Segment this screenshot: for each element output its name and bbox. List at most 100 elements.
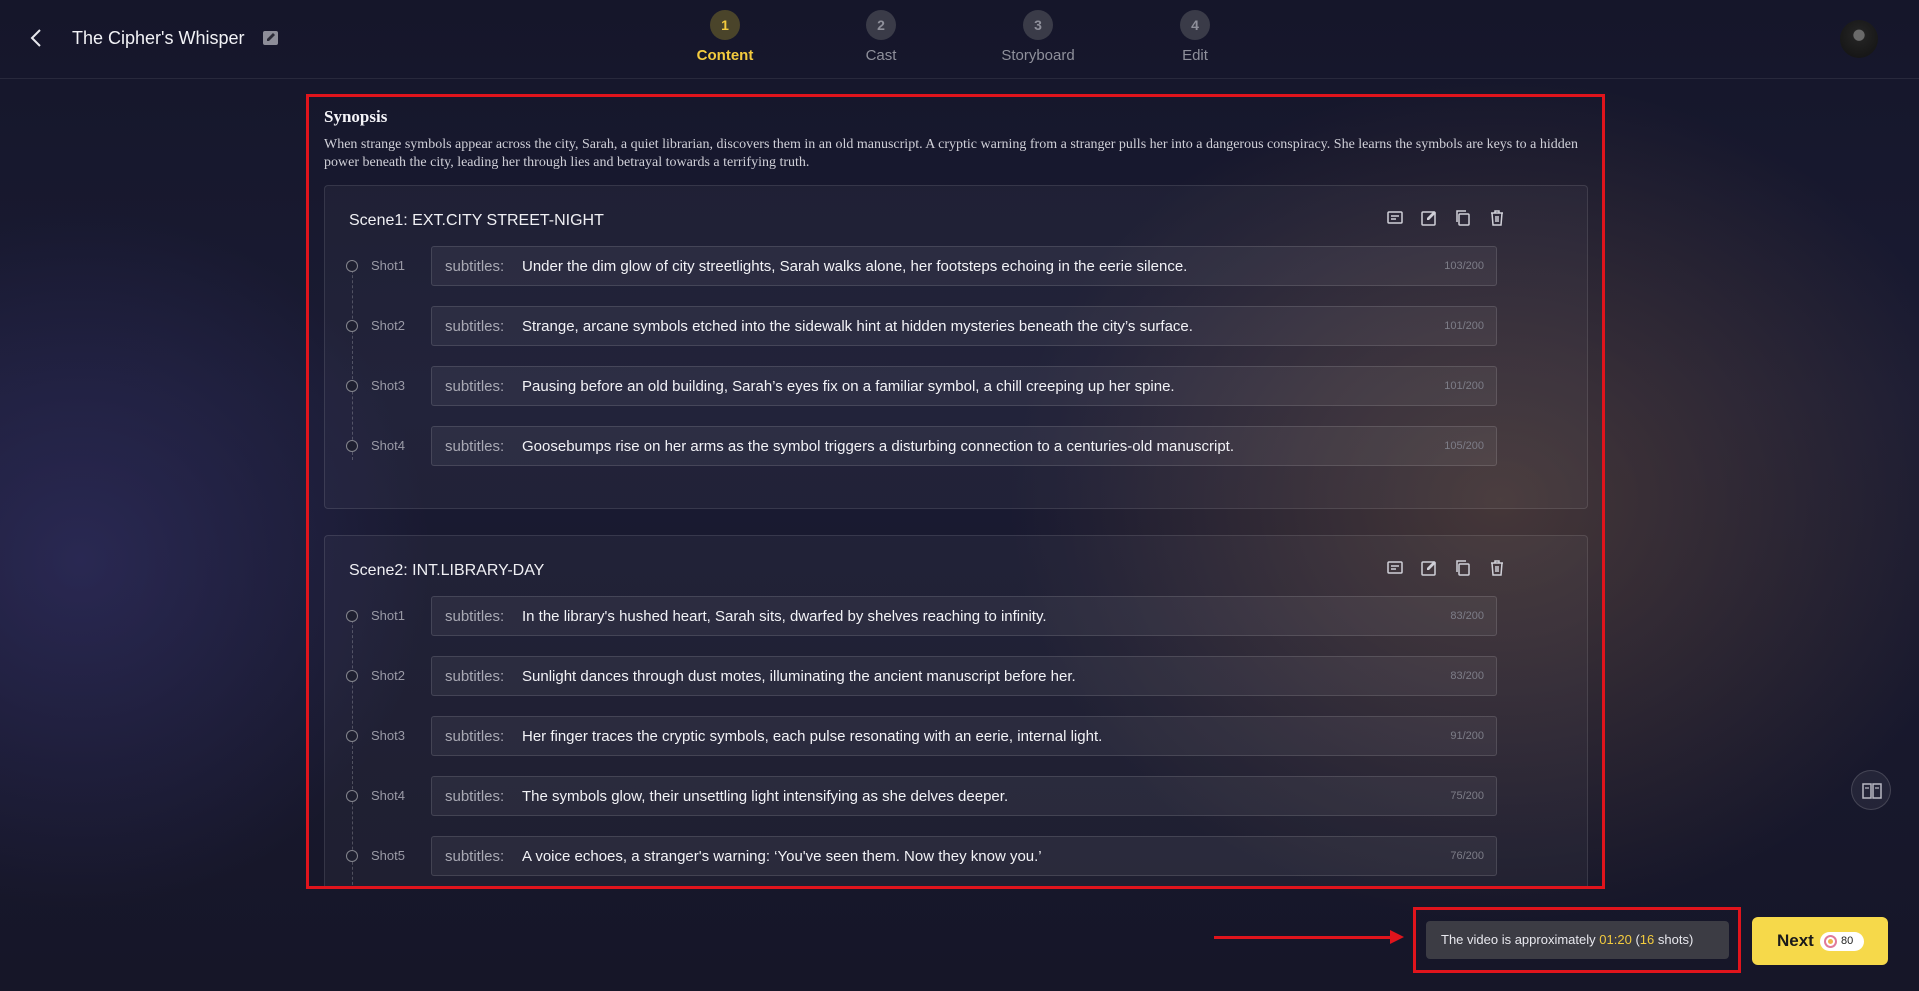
shot-label: Shot2 <box>371 318 405 333</box>
subtitle-prefix: subtitles: <box>445 728 505 745</box>
step-cast[interactable]: 2 Cast <box>831 10 931 64</box>
synopsis-title: Synopsis <box>324 107 388 126</box>
subtitle-input[interactable]: subtitles: Goosebumps rise on her arms a… <box>431 426 1497 466</box>
step-number: 2 <box>866 10 896 40</box>
shot-row: Shot3 subtitles: Pausing before an old b… <box>325 366 1589 406</box>
char-count: 101/200 <box>1444 320 1484 332</box>
shot-row: Shot2 subtitles: Sunlight dances through… <box>325 656 1589 696</box>
shot-dot <box>346 790 358 802</box>
subtitle-text: In the library's hushed heart, Sarah sit… <box>522 608 1047 625</box>
edit-icon[interactable] <box>262 29 280 47</box>
shot-row: Shot2 subtitles: Strange, arcane symbols… <box>325 306 1589 346</box>
step-edit[interactable]: 4 Edit <box>1145 10 1245 64</box>
regenerate-icon[interactable] <box>1385 208 1405 228</box>
subtitle-prefix: subtitles: <box>445 378 505 395</box>
delete-icon[interactable] <box>1487 558 1507 578</box>
subtitle-prefix: subtitles: <box>445 788 505 805</box>
shot-dot <box>346 440 358 452</box>
edit-scene-icon[interactable] <box>1419 558 1439 578</box>
regenerate-icon[interactable] <box>1385 558 1405 578</box>
subtitle-input[interactable]: subtitles: Her finger traces the cryptic… <box>431 716 1497 756</box>
subtitle-prefix: subtitles: <box>445 848 505 865</box>
step-label: Cast <box>865 47 897 64</box>
duration-value: 01:20 <box>1599 932 1632 947</box>
subtitle-text: A voice echoes, a stranger's warning: ‘Y… <box>522 848 1042 865</box>
shot-label: Shot3 <box>371 378 405 393</box>
scene-toolbar <box>1385 208 1507 228</box>
step-label: Content <box>696 47 754 64</box>
scene-title: Scene1: EXT.CITY STREET-NIGHT <box>349 212 604 229</box>
subtitle-input[interactable]: subtitles: Sunlight dances through dust … <box>431 656 1497 696</box>
char-count: 91/200 <box>1450 730 1484 742</box>
shot-dot <box>346 670 358 682</box>
annotation-arrow <box>1214 936 1394 939</box>
subtitle-text: Under the dim glow of city streetlights,… <box>522 258 1188 275</box>
subtitle-input[interactable]: subtitles: In the library's hushed heart… <box>431 596 1497 636</box>
scene-card: Scene1: EXT.CITY STREET-NIGHT Shot1 subt… <box>324 185 1588 509</box>
step-content[interactable]: 1 Content <box>675 10 775 64</box>
duration-prefix: The video is approximately <box>1441 932 1596 947</box>
shot-label: Shot2 <box>371 668 405 683</box>
shot-dot <box>346 320 358 332</box>
edit-scene-icon[interactable] <box>1419 208 1439 228</box>
scene-card: Scene2: INT.LIBRARY-DAY Shot1 subtitles:… <box>324 535 1589 886</box>
project-title: The Cipher's Whisper <box>72 28 245 48</box>
shot-label: Shot3 <box>371 728 405 743</box>
char-count: 83/200 <box>1450 670 1484 682</box>
subtitle-input[interactable]: subtitles: A voice echoes, a stranger's … <box>431 836 1497 876</box>
subtitle-prefix: subtitles: <box>445 608 505 625</box>
subtitle-prefix: subtitles: <box>445 438 505 455</box>
content-panel: Synopsis When strange symbols appear acr… <box>306 94 1605 889</box>
shot-dot <box>346 610 358 622</box>
subtitle-input[interactable]: subtitles: The symbols glow, their unset… <box>431 776 1497 816</box>
shot-label: Shot4 <box>371 788 405 803</box>
char-count: 103/200 <box>1444 260 1484 272</box>
subtitle-prefix: subtitles: <box>445 668 505 685</box>
shot-row: Shot4 subtitles: Goosebumps rise on her … <box>325 426 1589 466</box>
subtitle-text: Strange, arcane symbols etched into the … <box>522 318 1193 335</box>
copy-icon[interactable] <box>1453 558 1473 578</box>
subtitle-prefix: subtitles: <box>445 318 505 335</box>
avatar[interactable] <box>1840 20 1878 58</box>
subtitle-text: Her finger traces the cryptic symbols, e… <box>522 728 1103 745</box>
duration-info: The video is approximately 01:20 (16 sho… <box>1426 921 1729 959</box>
top-bar: The Cipher's Whisper 1 Content 2 Cast 3 … <box>0 0 1919 79</box>
annotation-arrow-head <box>1390 930 1404 944</box>
shot-row: Shot3 subtitles: Her finger traces the c… <box>325 716 1589 756</box>
subtitle-input[interactable]: subtitles: Under the dim glow of city st… <box>431 246 1497 286</box>
subtitle-input[interactable]: subtitles: Pausing before an old buildin… <box>431 366 1497 406</box>
subtitle-text: The symbols glow, their unsettling light… <box>522 788 1009 805</box>
char-count: 75/200 <box>1450 790 1484 802</box>
credit-badge: 80 <box>1820 932 1864 951</box>
step-storyboard[interactable]: 3 Storyboard <box>988 10 1088 64</box>
subtitle-prefix: subtitles: <box>445 258 505 275</box>
step-label: Storyboard <box>1001 47 1075 64</box>
shot-row: Shot4 subtitles: The symbols glow, their… <box>325 776 1589 816</box>
copy-icon[interactable] <box>1453 208 1473 228</box>
char-count: 101/200 <box>1444 380 1484 392</box>
shot-label: Shot5 <box>371 848 405 863</box>
next-button[interactable]: Next 80 <box>1752 917 1888 965</box>
delete-icon[interactable] <box>1487 208 1507 228</box>
char-count: 105/200 <box>1444 440 1484 452</box>
shot-dot <box>346 260 358 272</box>
shot-label: Shot1 <box>371 608 405 623</box>
step-label: Edit <box>1182 47 1208 64</box>
subtitle-input[interactable]: subtitles: Strange, arcane symbols etche… <box>431 306 1497 346</box>
subtitle-text: Pausing before an old building, Sarah’s … <box>522 378 1175 395</box>
char-count: 83/200 <box>1450 610 1484 622</box>
shot-row: Shot5 subtitles: A voice echoes, a stran… <box>325 836 1589 876</box>
back-arrow-icon[interactable] <box>26 27 48 49</box>
book-guide-icon[interactable] <box>1851 770 1891 810</box>
coin-icon <box>1824 935 1837 948</box>
scene-title: Scene2: INT.LIBRARY-DAY <box>349 562 545 579</box>
credit-cost: 80 <box>1841 935 1854 947</box>
shots-suffix: shots) <box>1657 932 1694 947</box>
scene-toolbar <box>1385 558 1507 578</box>
shot-row: Shot1 subtitles: Under the dim glow of c… <box>325 246 1589 286</box>
next-label: Next <box>1777 931 1814 950</box>
step-number: 1 <box>710 10 740 40</box>
shot-row: Shot1 subtitles: In the library's hushed… <box>325 596 1589 636</box>
shot-count: 16 <box>1639 932 1655 947</box>
step-number: 3 <box>1023 10 1053 40</box>
